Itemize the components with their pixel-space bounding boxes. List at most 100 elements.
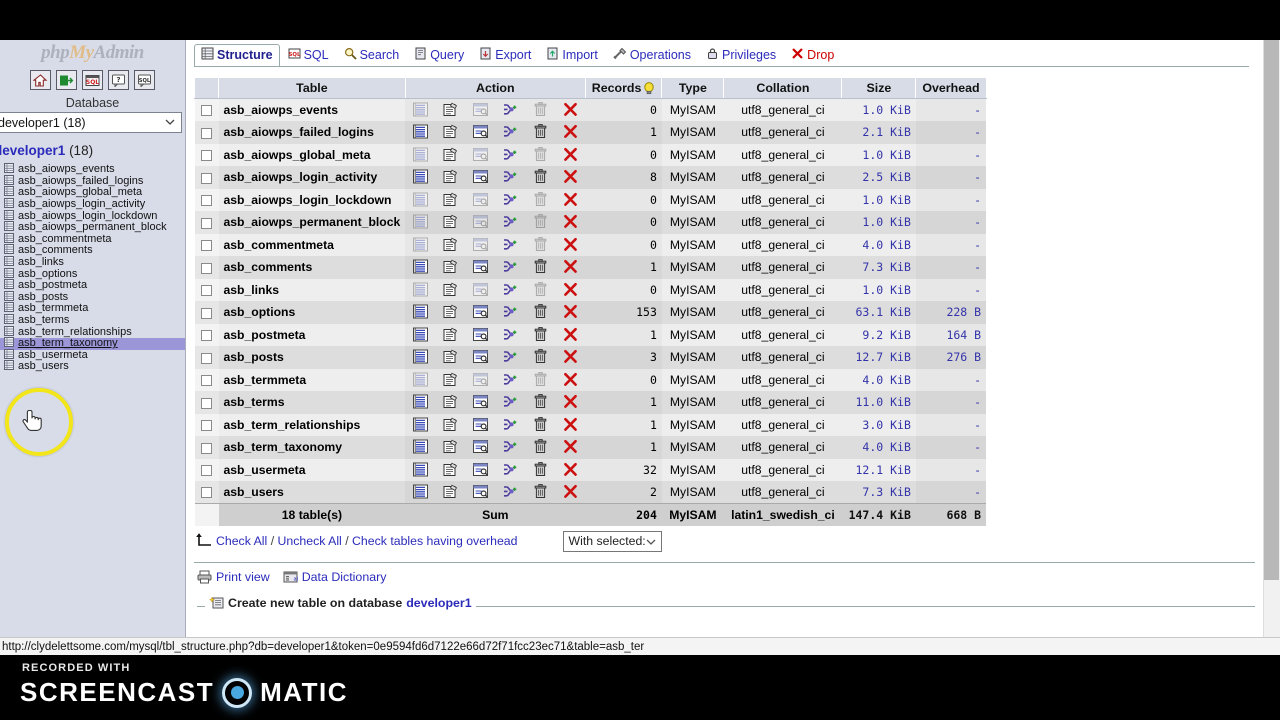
row-checkbox-cell[interactable]	[194, 256, 219, 279]
tab-export[interactable]: Export	[472, 44, 538, 67]
row-search-icon[interactable]	[472, 124, 489, 140]
row-structure-icon[interactable]	[442, 484, 459, 500]
row-action-cell[interactable]	[465, 143, 496, 166]
row-drop-icon[interactable]	[562, 439, 579, 455]
row-action-cell[interactable]	[405, 233, 436, 256]
row-checkbox-cell[interactable]	[194, 481, 219, 504]
row-structure-icon[interactable]	[442, 102, 459, 118]
row-search-icon[interactable]	[472, 462, 489, 478]
row-action-cell[interactable]	[465, 121, 496, 144]
table-row[interactable]: asb_aiowps_failed_logins 1 MyISAM utf8_gene…	[194, 121, 987, 144]
row-action-cell[interactable]	[435, 188, 466, 211]
row-search-icon[interactable]	[472, 394, 489, 410]
row-action-cell[interactable]	[495, 436, 526, 459]
row-drop-icon[interactable]	[562, 349, 579, 365]
sidebar-table-item[interactable]: asb_term_taxonomy	[0, 337, 185, 350]
table-row[interactable]: asb_usermeta 32 MyISAM utf8_general_ci 12.1 …	[194, 458, 987, 481]
row-drop-icon[interactable]	[562, 147, 579, 163]
row-checkbox-cell[interactable]	[194, 278, 219, 301]
row-checkbox-cell[interactable]	[194, 391, 219, 414]
row-browse-icon[interactable]	[412, 349, 429, 365]
row-insert-icon[interactable]	[502, 439, 519, 455]
row-insert-icon[interactable]	[502, 214, 519, 230]
tab-import[interactable]: Import	[539, 44, 604, 67]
sidebar-table-item[interactable]: asb_links	[0, 256, 185, 269]
header-table[interactable]: Table	[218, 77, 406, 99]
row-structure-icon[interactable]	[442, 282, 459, 298]
row-action-cell[interactable]	[435, 233, 466, 256]
row-drop-icon[interactable]	[562, 462, 579, 478]
sidebar-table-item[interactable]: asb_aiowps_events	[0, 163, 185, 176]
row-action-cell[interactable]	[555, 211, 586, 234]
row-insert-icon[interactable]	[502, 349, 519, 365]
row-action-cell[interactable]	[465, 98, 496, 121]
sidebar-table-item[interactable]: asb_postmeta	[0, 279, 185, 292]
row-empty-icon[interactable]	[532, 484, 549, 500]
row-drop-icon[interactable]	[562, 192, 579, 208]
row-checkbox[interactable]	[201, 285, 212, 297]
row-action-cell[interactable]	[465, 323, 496, 346]
row-empty-icon[interactable]	[532, 326, 549, 343]
row-browse-icon[interactable]	[412, 394, 429, 410]
row-action-cell[interactable]	[525, 98, 556, 121]
row-search-icon[interactable]	[472, 484, 489, 500]
row-drop-icon[interactable]	[562, 124, 579, 140]
row-action-cell[interactable]	[495, 458, 526, 481]
tab-structure[interactable]: Structure	[194, 44, 280, 67]
row-checkbox[interactable]	[201, 330, 212, 342]
row-action-cell[interactable]	[495, 278, 526, 301]
row-table-name[interactable]: asb_usermeta	[218, 458, 406, 481]
row-action-cell[interactable]	[435, 413, 466, 436]
row-action-cell[interactable]	[435, 391, 466, 414]
row-action-cell[interactable]	[495, 188, 526, 211]
sidebar-table-item[interactable]: asb_termmeta	[0, 302, 185, 315]
row-drop-icon[interactable]	[562, 237, 579, 253]
row-action-cell[interactable]	[435, 143, 466, 166]
row-action-cell[interactable]	[555, 98, 586, 121]
row-structure-icon[interactable]	[442, 192, 459, 208]
table-row[interactable]: asb_aiowps_global_meta 0 MyISAM utf8_genera…	[194, 143, 987, 166]
row-checkbox-cell[interactable]	[194, 211, 219, 234]
row-action-cell[interactable]	[525, 166, 556, 189]
row-action-cell[interactable]	[405, 346, 436, 369]
row-drop-icon[interactable]	[562, 417, 579, 433]
row-action-cell[interactable]	[555, 301, 586, 324]
check-all-link[interactable]: Check All	[216, 534, 267, 548]
row-drop-icon[interactable]	[562, 327, 579, 343]
row-table-name[interactable]: asb_links	[218, 278, 406, 301]
row-action-cell[interactable]	[525, 301, 556, 324]
table-row[interactable]: asb_options 153 MyISAM utf8_general_ci 63.1 …	[194, 301, 987, 324]
row-action-cell[interactable]	[435, 301, 466, 324]
row-checkbox[interactable]	[201, 217, 212, 229]
row-action-cell[interactable]	[555, 278, 586, 301]
row-checkbox[interactable]	[201, 352, 212, 364]
sidebar-table-item[interactable]: asb_term_relationships	[0, 325, 185, 338]
row-action-cell[interactable]	[405, 166, 436, 189]
row-structure-icon[interactable]	[442, 237, 459, 253]
row-checkbox-cell[interactable]	[194, 368, 219, 391]
sidebar-table-item[interactable]: asb_aiowps_permanent_block	[0, 221, 185, 234]
row-browse-icon[interactable]	[412, 439, 429, 455]
data-dictionary-link[interactable]: ab Data Dictionary	[283, 570, 386, 584]
row-action-cell[interactable]	[405, 323, 436, 346]
row-action-cell[interactable]	[525, 368, 556, 391]
row-action-cell[interactable]	[555, 458, 586, 481]
row-checkbox[interactable]	[201, 442, 212, 454]
tab-drop[interactable]: Drop	[784, 44, 841, 67]
row-action-cell[interactable]	[405, 256, 436, 279]
header-size[interactable]: Size	[841, 77, 917, 99]
row-action-cell[interactable]	[495, 481, 526, 504]
row-insert-icon[interactable]	[502, 124, 519, 140]
row-browse-icon[interactable]	[412, 417, 429, 433]
row-checkbox[interactable]	[201, 172, 212, 184]
row-search-icon[interactable]	[472, 349, 489, 365]
row-drop-icon[interactable]	[562, 169, 579, 185]
row-checkbox[interactable]	[201, 195, 212, 207]
row-table-name[interactable]: asb_users	[218, 481, 406, 504]
row-action-cell[interactable]	[495, 346, 526, 369]
row-search-icon[interactable]	[472, 417, 489, 433]
row-action-cell[interactable]	[465, 368, 496, 391]
row-checkbox[interactable]	[201, 487, 212, 499]
row-browse-icon[interactable]	[412, 169, 429, 185]
row-insert-icon[interactable]	[502, 147, 519, 163]
